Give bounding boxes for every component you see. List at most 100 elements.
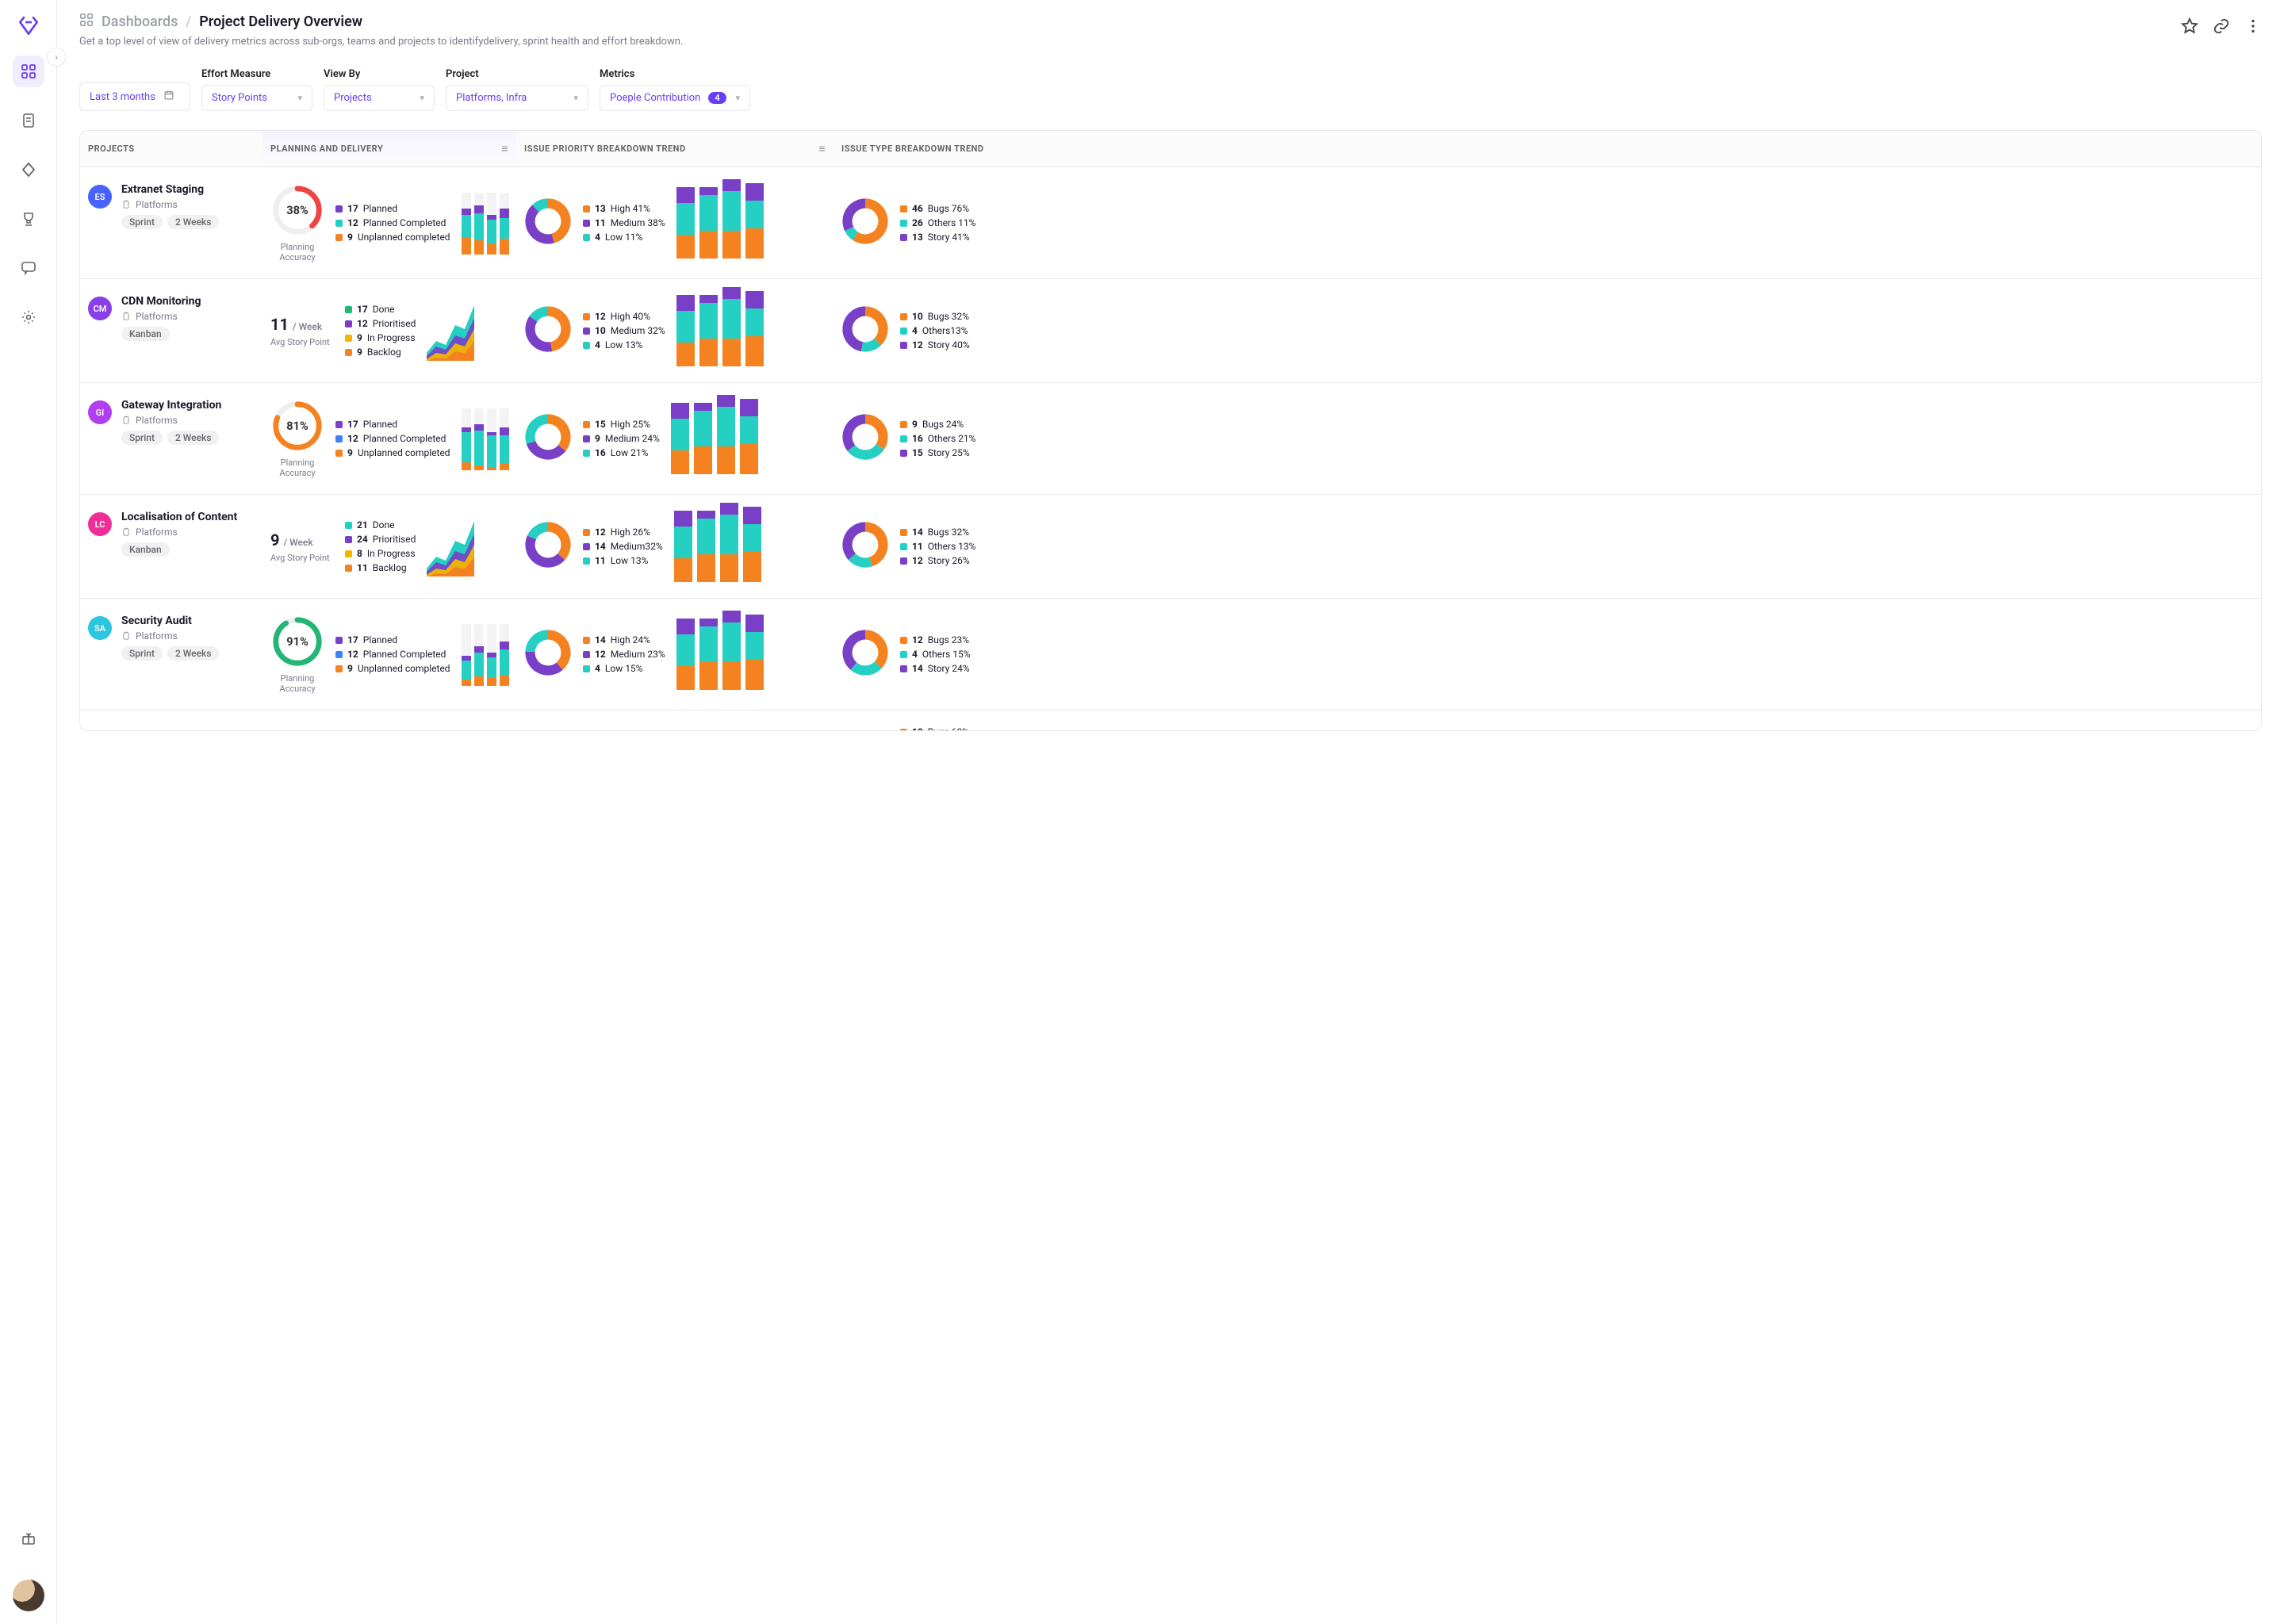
legend-value: 13 [595,203,606,214]
legend-label: Low 13% [605,339,643,350]
legend-label: Low 13% [611,555,649,566]
legend-value: 17 [347,203,358,214]
table-row: CM CDN Monitoring Platforms Kanban 11 / … [80,278,2261,382]
legend-label: Medium 38% [611,217,665,228]
swatch-icon [900,220,907,227]
swatch-icon [335,234,343,241]
project-cell[interactable]: LC Localisation of Content Platforms Kan… [80,495,263,598]
planning-cell: 38%Planning Accuracy 17 Planned 12 Plann… [263,167,516,278]
view-by-dropdown[interactable]: Projects ▾ [324,85,435,111]
chevron-down-icon: ▾ [573,93,578,103]
legend-label: Planned [363,419,397,430]
legend-row: 12 Story 40% [900,339,970,350]
legend-label: Bugs 60% [928,726,969,730]
nav-gifts[interactable] [13,1522,44,1554]
date-range-dropdown[interactable]: Last 3 months [79,82,190,111]
legend-value: 12 [595,527,606,538]
table-row: SA Security Audit Platforms Sprint2 Week… [80,598,2261,710]
chevron-down-icon: ▾ [735,93,740,103]
user-avatar[interactable] [13,1580,44,1611]
type-donut [841,413,889,464]
svg-text:38%: 38% [286,203,308,217]
legend-row: 8 In Progress [345,548,416,559]
planning-cell: 11 / WeekAvg Story Point 17 Done 12 Prio… [263,279,516,382]
legend-value: 4 [595,339,600,350]
metrics-dropdown[interactable]: Poeple Contribution 4 ▾ [600,85,750,111]
mini-chart [462,407,509,470]
legend-label: Backlog [373,562,407,573]
mini-chart [427,297,474,364]
breadcrumb-title: Project Delivery Overview [199,13,362,30]
mini-chart [427,513,474,580]
legend-row: 12 Medium 23% [583,649,665,660]
legend: 21 Done 24 Prioritised 8 In Progress 11 … [345,519,416,573]
legend-value: 26 [912,217,923,228]
legend-label: Unplanned completed [358,232,450,243]
swatch-icon [900,665,907,672]
swatch-icon [345,536,352,543]
swatch-icon [583,450,590,457]
effort-measure-dropdown[interactable]: Story Points ▾ [201,85,312,111]
legend-value: 13 [912,232,923,243]
app-logo [16,13,41,38]
legend-row: 9 Unplanned completed [335,447,450,458]
legend-value: 9 [357,332,362,343]
more-icon[interactable] [2244,17,2262,35]
planning-ring: 81%Planning Accuracy [270,399,324,478]
legend-label: Prioritised [373,318,416,329]
swatch-icon [583,435,590,442]
legend-value: 9 [357,347,362,358]
swatch-icon [900,421,907,428]
nav-settings[interactable] [13,301,44,333]
nav-activity[interactable] [13,154,44,186]
legend-label: Bugs 76% [928,203,969,214]
swatch-icon [583,234,590,241]
chevron-down-icon: ▾ [420,93,424,103]
swatch-icon [335,220,343,227]
legend-value: 16 [595,447,606,458]
type-cell: 12 Bugs 23% 4 Others 15% 14 Story 24% [834,599,1071,710]
planning-ring: 38% Planning Accuracy [270,183,324,262]
table-row: ES Extranet Staging Platforms Sprint2 We… [80,167,2261,278]
link-icon[interactable] [2213,17,2230,35]
project-org: Platforms [121,630,219,642]
legend: 14 High 24% 12 Medium 23% 4 Low 15% [583,634,665,674]
rail-expand-toggle[interactable]: › [47,48,66,67]
column-menu-icon[interactable]: ≡ [501,142,508,155]
col-type: Issue Type Breakdown Trend [834,131,1071,167]
swatch-icon [900,327,907,335]
project-cell[interactable]: GI Gateway Integration Platforms Sprint2… [80,383,263,494]
legend-row: 12 Planned Completed [335,649,450,660]
legend-row: 10 Medium 32% [583,325,665,336]
swatch-icon [900,637,907,644]
table-row: LC Localisation of Content Platforms Kan… [80,494,2261,598]
priority-trend-bars [671,403,758,474]
legend: 9 Bugs 24% 16 Others 21% 15 Story 25% [900,419,975,458]
breadcrumb-parent[interactable]: Dashboards [102,13,178,30]
legend-row: 11 Low 13% [583,555,663,566]
project-dropdown[interactable]: Platforms, Infra ▾ [446,85,588,111]
legend-label: Done [373,304,395,315]
legend-label: Backlog [367,347,401,358]
nav-docs[interactable] [13,105,44,136]
type-donut [841,305,889,356]
project-cell[interactable]: CM CDN Monitoring Platforms Kanban [80,279,263,382]
col-projects: Projects [80,131,263,167]
legend-row: 26 Others 11% [900,217,975,228]
nav-comments[interactable] [13,252,44,284]
metric-label: Planning Accuracy [270,242,324,262]
swatch-icon [345,335,352,342]
star-icon[interactable] [2181,17,2198,35]
legend-label: High 24% [611,634,650,645]
nav-dashboards[interactable] [13,56,44,87]
legend-label: Bugs 32% [928,311,969,322]
column-menu-icon[interactable]: ≡ [818,142,826,155]
legend-value: 16 [912,433,923,444]
project-tag: 2 Weeks [167,431,219,445]
nav-achievements[interactable] [13,203,44,235]
legend-label: Story 40% [928,339,970,350]
legend-value: 24 [357,534,368,545]
project-cell[interactable]: SA Security Audit Platforms Sprint2 Week… [80,599,263,710]
project-cell[interactable]: ES Extranet Staging Platforms Sprint2 We… [80,167,263,278]
project-avatar: GI [88,400,112,424]
